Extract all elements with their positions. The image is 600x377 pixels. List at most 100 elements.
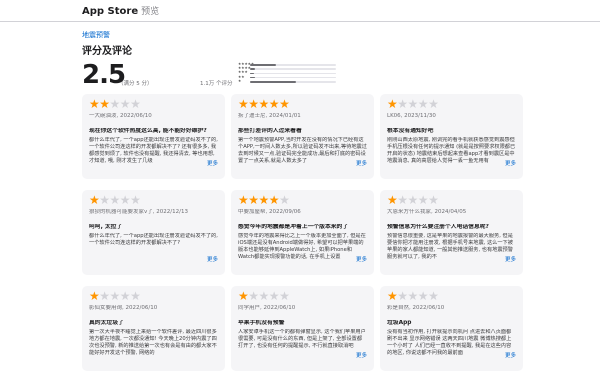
star-empty-icon: ★ <box>428 194 439 206</box>
histogram-track <box>250 72 336 75</box>
histogram-fill <box>250 68 256 71</box>
star-filled-icon: ★ <box>99 98 110 110</box>
star-empty-icon: ★ <box>130 290 141 302</box>
review-card: ★★★★★ 中要加屋帮, 2022/09/06 感觉今年的地震都是冲着上一个版本来的… <box>231 190 374 275</box>
rating-histogram: ★★★★★ ★★★★ ★★★ ★★ ★ <box>238 62 338 84</box>
review-more-link[interactable]: 更多 <box>505 255 516 263</box>
review-body: 预警信息很重要, 这是苹果的地震报警的最大服务, 但是要信你把才能用注册发, 根… <box>387 232 513 261</box>
review-card: ★★★★★ 影仙女要用询, 2022/06/10 真的太垃圾了 第一次大半夜不睡觉上来… <box>82 286 225 371</box>
star-filled-icon: ★ <box>89 290 100 302</box>
rating-count: 1.1万 个评分 <box>200 81 233 87</box>
review-title: 真的太垃圾了 <box>89 320 124 326</box>
star-filled-icon: ★ <box>268 98 280 110</box>
star-empty-icon: ★ <box>417 98 429 110</box>
star-empty-icon: ★ <box>119 290 131 302</box>
star-empty-icon: ★ <box>417 194 429 206</box>
review-title: 感觉今年的地震都是冲着上一个版本来的了 <box>238 224 349 230</box>
review-body: 感觉今年的地震来得比之上一个版本更加全面了, 但是在iOS端还是没有Androi… <box>238 232 366 261</box>
review-star-rating: ★★★★★ <box>387 194 516 206</box>
histogram-track <box>250 81 336 83</box>
review-more-link[interactable]: 更多 <box>207 159 218 167</box>
review-more-link[interactable]: 更多 <box>207 255 218 263</box>
star-empty-icon: ★ <box>397 194 408 206</box>
star-filled-icon: ★ <box>258 98 270 110</box>
review-star-rating: ★★★★★ <box>387 290 516 302</box>
star-empty-icon: ★ <box>99 194 110 206</box>
star-filled-icon: ★ <box>387 194 398 206</box>
review-body: 没有有当初作用, 打开就提示向机问 点进去和八页面都刷不出来 显示网络错误 这两… <box>387 328 512 357</box>
review-star-rating: ★★★★★ <box>238 98 367 110</box>
review-author-date: 中要加屋帮, 2022/09/06 <box>238 209 301 215</box>
histogram-fill <box>250 81 296 83</box>
review-title: 苹果手机没有预警 <box>238 320 285 326</box>
star-filled-icon: ★ <box>268 194 280 206</box>
review-title: 现在你这个软件热度这么高, 能不能好好维护? <box>89 128 207 134</box>
review-body: 都什么年代了, 一个app还能出现注册发验证码发不了的, 一个软件公司连这样的开… <box>89 232 218 246</box>
star-empty-icon: ★ <box>109 290 121 302</box>
star-empty-icon: ★ <box>417 290 429 302</box>
review-title: 根本没有通知好吧 <box>387 128 434 134</box>
review-card: ★★★★★ 狼狈的机器可能要发家v了, 2022/12/13 呵呵, 太拉了都什么年… <box>82 190 225 275</box>
histogram-track <box>250 68 336 71</box>
star-filled-icon: ★ <box>248 98 259 110</box>
review-card: ★★★★★ 一大碗油泼, 2022/06/10 现在你这个软件热度这么高, 能不能好… <box>82 94 225 179</box>
star-filled-icon: ★ <box>238 98 249 110</box>
star-filled-icon: ★ <box>89 98 100 110</box>
review-title: 呵呵, 太拉了 <box>89 224 123 230</box>
review-author-date: 影仙女要用询, 2022/06/10 <box>89 305 158 311</box>
review-card: ★★★★★ 大恩来方什么我家, 2024/04/05 预警信息为什么要注册个人电话信… <box>380 190 523 275</box>
review-more-link[interactable]: 更多 <box>356 351 367 359</box>
brand-subtitle: 预览 <box>141 7 160 17</box>
review-body: 刚刚山西太原地震, 刚调完的看手机就获悉感觉到震感但手机压根没有任何的提示通知 … <box>387 136 516 165</box>
reviews-grid: ★★★★★ 一大碗油泼, 2022/06/10 现在你这个软件热度这么高, 能不能好… <box>82 94 523 377</box>
histogram-row: ★ <box>238 78 338 84</box>
app-name-link[interactable]: 地震预警 <box>82 30 110 40</box>
review-card: ★★★★★ 同学用户, 2022/06/10 苹果手机没有预警 人家安卓手机这一个的都… <box>231 286 374 371</box>
review-author-date: 大恩来方什么我家, 2024/04/05 <box>387 209 467 215</box>
review-star-rating: ★★★★★ <box>238 194 367 206</box>
review-body: 第一次大半夜不睡觉上来给一个软件差评, 最近四川很多地方都在地震, 一次都没通知… <box>89 328 217 357</box>
star-empty-icon: ★ <box>407 98 419 110</box>
top-bar: App Store 预览 <box>0 0 600 22</box>
star-empty-icon: ★ <box>99 290 110 302</box>
star-empty-icon: ★ <box>279 194 290 206</box>
review-card: ★★★★★ 彩是自然, 2022/06/10 垃圾App 没有有当初作用, 打开就提示… <box>380 286 523 371</box>
review-author-date: 狼狈的机器可能要发家v了, 2022/12/13 <box>89 209 188 215</box>
histogram-fill <box>250 72 255 75</box>
review-body: 都什么年代了, 一个app还能出现注册发验证码发不了的, 一个软件公司连这样的开… <box>89 136 218 165</box>
star-filled-icon: ★ <box>238 194 249 206</box>
star-empty-icon: ★ <box>258 290 270 302</box>
histogram-star-label: ★ <box>238 78 242 83</box>
review-author-date: 彩是自然, 2022/06/10 <box>387 305 445 311</box>
star-filled-icon: ★ <box>248 194 259 206</box>
histogram-fill <box>250 64 276 66</box>
review-more-link[interactable]: 更多 <box>505 351 516 359</box>
review-more-link[interactable]: 更多 <box>505 159 516 167</box>
star-empty-icon: ★ <box>407 194 419 206</box>
star-empty-icon: ★ <box>109 98 121 110</box>
star-filled-icon: ★ <box>387 98 398 110</box>
review-card: ★★★★★ 拆了迪士尼, 2024/01/01 那些打差评的人过来看看 第一个地震预警… <box>231 94 374 179</box>
star-filled-icon: ★ <box>238 290 249 302</box>
review-author-date: 拆了迪士尼, 2024/01/01 <box>238 113 301 119</box>
review-star-rating: ★★★★★ <box>387 98 516 110</box>
review-author-date: 同学用户, 2022/06/10 <box>238 305 296 311</box>
review-star-rating: ★★★★★ <box>89 98 218 110</box>
star-filled-icon: ★ <box>387 290 398 302</box>
review-body: 人家安卓手机这一个的都有弹窗显示, 这个我们苹果用户很需要, 可是没有什么的东西… <box>238 328 366 349</box>
review-card: ★★★★★ LK06, 2023/11/30 根本没有通知好吧 刚刚山西太原地震, 刚… <box>380 94 523 179</box>
star-empty-icon: ★ <box>130 98 141 110</box>
app-store-brand[interactable]: App Store 预览 <box>82 4 159 17</box>
star-empty-icon: ★ <box>119 194 131 206</box>
review-author-date: 一大碗油泼, 2022/06/10 <box>89 113 152 119</box>
review-more-link[interactable]: 更多 <box>356 159 367 167</box>
star-filled-icon: ★ <box>89 194 100 206</box>
review-more-link[interactable]: 更多 <box>356 255 367 263</box>
star-empty-icon: ★ <box>109 194 121 206</box>
star-empty-icon: ★ <box>268 290 280 302</box>
star-empty-icon: ★ <box>397 290 408 302</box>
review-star-rating: ★★★★★ <box>89 194 218 206</box>
star-empty-icon: ★ <box>248 290 259 302</box>
section-title: 评分及评论 <box>82 46 132 57</box>
star-filled-icon: ★ <box>258 194 270 206</box>
